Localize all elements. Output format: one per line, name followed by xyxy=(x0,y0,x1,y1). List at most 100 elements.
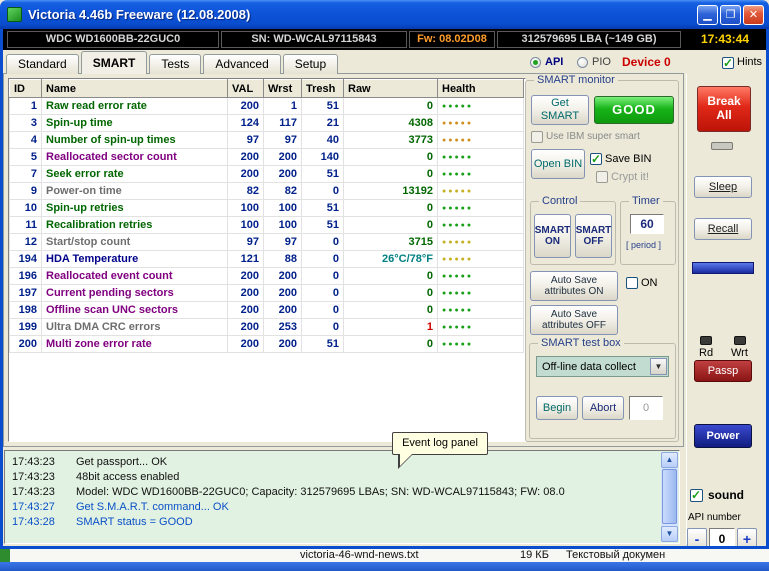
autosave-on-checkbox[interactable] xyxy=(626,277,638,289)
smart-attribute-row[interactable]: 200 Multi zone error rate 200 200 51 0 ●●●●● xyxy=(9,335,524,353)
cell-wrst: 1 xyxy=(263,97,302,115)
smart-attribute-row[interactable]: 199 Ultra DMA CRC errors 200 253 0 1 ●●●●● xyxy=(9,318,524,336)
crypt-it-checkbox[interactable] xyxy=(596,171,608,183)
smart-attribute-row[interactable]: 197 Current pending sectors 200 200 0 0 ●●●●● xyxy=(9,284,524,302)
log-line: 17:43:23 48bit access enabled xyxy=(12,470,659,485)
log-scrollbar[interactable]: ▲ ▼ xyxy=(661,452,678,542)
get-smart-button[interactable]: Get SMART xyxy=(531,95,589,125)
health-dots: ●●●●● xyxy=(437,199,524,217)
pio-radio[interactable] xyxy=(577,57,588,68)
cell-raw: 0 xyxy=(343,165,438,183)
power-button[interactable]: Power xyxy=(694,424,752,448)
scroll-up-icon[interactable]: ▲ xyxy=(661,452,678,468)
smart-attribute-row[interactable]: 10 Spin-up retries 100 100 51 0 ●●●●● xyxy=(9,199,524,217)
cell-id: 197 xyxy=(9,284,42,302)
begin-button[interactable]: Begin xyxy=(536,396,578,420)
cell-name: Reallocated sector count xyxy=(41,148,228,166)
drive-info-bar: WDC WD1600BB-22GUC0 SN: WD-WCAL97115843 … xyxy=(3,29,766,50)
cell-raw: 4308 xyxy=(343,114,438,132)
smart-attribute-row[interactable]: 3 Spin-up time 124 117 21 4308 ●●●●● xyxy=(9,114,524,132)
smart-attribute-row[interactable]: 196 Reallocated event count 200 200 0 0 ●●●●● xyxy=(9,267,524,285)
read-led xyxy=(700,336,712,345)
use-ibm-checkbox[interactable] xyxy=(531,131,543,143)
smart-on-button[interactable]: SMART ON xyxy=(534,214,571,258)
log-time: 17:43:23 xyxy=(12,471,55,483)
tab-standard[interactable]: Standard xyxy=(6,54,79,74)
tab-setup[interactable]: Setup xyxy=(282,54,339,74)
health-dots: ●●●●● xyxy=(437,216,524,234)
smart-attribute-row[interactable]: 11 Recalibration retries 100 100 51 0 ●●●●● xyxy=(9,216,524,234)
smart-attribute-row[interactable]: 194 HDA Temperature 121 88 0 26°C/78°F ●●●●● xyxy=(9,250,524,268)
smart-test-box-title: SMART test box xyxy=(538,337,624,349)
cell-name: Spin-up time xyxy=(41,114,228,132)
cell-wrst: 117 xyxy=(263,114,302,132)
cell-tresh: 0 xyxy=(301,318,344,336)
cell-name: Seek error rate xyxy=(41,165,228,183)
cell-val: 97 xyxy=(227,131,264,149)
smart-status-button[interactable]: GOOD xyxy=(594,96,674,124)
cell-val: 200 xyxy=(227,335,264,353)
cell-raw: 0 xyxy=(343,284,438,302)
hints-checkbox[interactable] xyxy=(722,56,734,70)
smart-attribute-row[interactable]: 5 Reallocated sector count 200 200 140 0 ●●●●● xyxy=(9,148,524,166)
cell-tresh: 0 xyxy=(301,284,344,302)
test-value-input[interactable]: 0 xyxy=(629,396,663,420)
autosave-on-button[interactable]: Auto Save attributes ON xyxy=(530,271,618,301)
api-radio[interactable] xyxy=(530,57,541,68)
scroll-down-icon[interactable]: ▼ xyxy=(661,526,678,542)
background-file-type: Текстовый докумен xyxy=(566,549,666,561)
cell-tresh: 51 xyxy=(301,97,344,115)
smart-attribute-row[interactable]: 9 Power-on time 82 82 0 13192 ●●●●● xyxy=(9,182,524,200)
health-dots: ●●●●● xyxy=(437,148,524,166)
minimize-icon[interactable]: ▁ xyxy=(697,5,718,25)
passp-button[interactable]: Passp xyxy=(694,360,752,382)
cell-raw: 1 xyxy=(343,318,438,336)
cell-tresh: 140 xyxy=(301,148,344,166)
chevron-down-icon[interactable]: ▼ xyxy=(650,358,667,375)
status-led xyxy=(711,142,733,150)
timer-period-label: [ period ] xyxy=(626,240,662,250)
cell-id: 12 xyxy=(9,233,42,251)
smart-attribute-row[interactable]: 12 Start/stop count 97 97 0 3715 ●●●●● xyxy=(9,233,524,251)
log-message: 48bit access enabled xyxy=(76,471,180,483)
write-led xyxy=(734,336,746,345)
cell-name: Recalibration retries xyxy=(41,216,228,234)
smart-attribute-row[interactable]: 4 Number of spin-up times 97 97 40 3773 ●●●●● xyxy=(9,131,524,149)
cell-raw: 0 xyxy=(343,216,438,234)
cell-wrst: 100 xyxy=(263,216,302,234)
smart-attribute-row[interactable]: 1 Raw read error rate 200 1 51 0 ●●●●● xyxy=(9,97,524,115)
abort-button[interactable]: Abort xyxy=(582,396,624,420)
log-message: SMART status = GOOD xyxy=(76,516,193,528)
close-icon[interactable]: ✕ xyxy=(743,5,764,25)
autosave-off-button[interactable]: Auto Save attributes OFF xyxy=(530,305,618,335)
column-header-health: Health xyxy=(437,79,524,98)
smart-attribute-row[interactable]: 198 Offline scan UNC sectors 200 200 0 0 ●●●●● xyxy=(9,301,524,319)
device-label: Device 0 xyxy=(622,55,671,69)
maximize-icon[interactable]: ❐ xyxy=(720,5,741,25)
health-dots: ●●●●● xyxy=(437,131,524,149)
save-bin-checkbox[interactable] xyxy=(590,152,602,166)
drive-firmware: Fw: 08.02D08 xyxy=(409,31,495,48)
cell-tresh: 51 xyxy=(301,216,344,234)
open-bin-button[interactable]: Open BIN xyxy=(531,149,585,179)
sleep-button[interactable]: Sleep xyxy=(694,176,752,198)
log-lines: 17:43:23 Get passport... OK 17:43:23 48bit … xyxy=(12,455,659,541)
cell-name: Power-on time xyxy=(41,182,228,200)
screen: Victoria 4.46b Freeware (12.08.2008) ▁ ❐… xyxy=(0,0,769,571)
break-all-button[interactable]: Break All xyxy=(697,86,751,132)
tab-list: Standard SMART Tests Advanced Setup xyxy=(6,51,340,74)
tab-advanced[interactable]: Advanced xyxy=(203,54,281,74)
recall-button[interactable]: Recall xyxy=(694,218,752,240)
test-select[interactable]: Off-line data collect ▼ xyxy=(536,356,669,377)
cell-name: Multi zone error rate xyxy=(41,335,228,353)
smart-off-button[interactable]: SMART OFF xyxy=(575,214,612,258)
scrollbar-thumb[interactable] xyxy=(662,469,677,524)
cell-val: 124 xyxy=(227,114,264,132)
app-icon xyxy=(7,7,22,22)
smart-attribute-row[interactable]: 7 Seek error rate 200 200 51 0 ●●●●● xyxy=(9,165,524,183)
sound-checkbox[interactable] xyxy=(690,488,703,502)
tab-smart[interactable]: SMART xyxy=(80,51,148,74)
timer-input[interactable]: 60 xyxy=(630,214,664,234)
column-header-raw: Raw xyxy=(343,79,438,98)
tab-tests[interactable]: Tests xyxy=(149,54,202,74)
